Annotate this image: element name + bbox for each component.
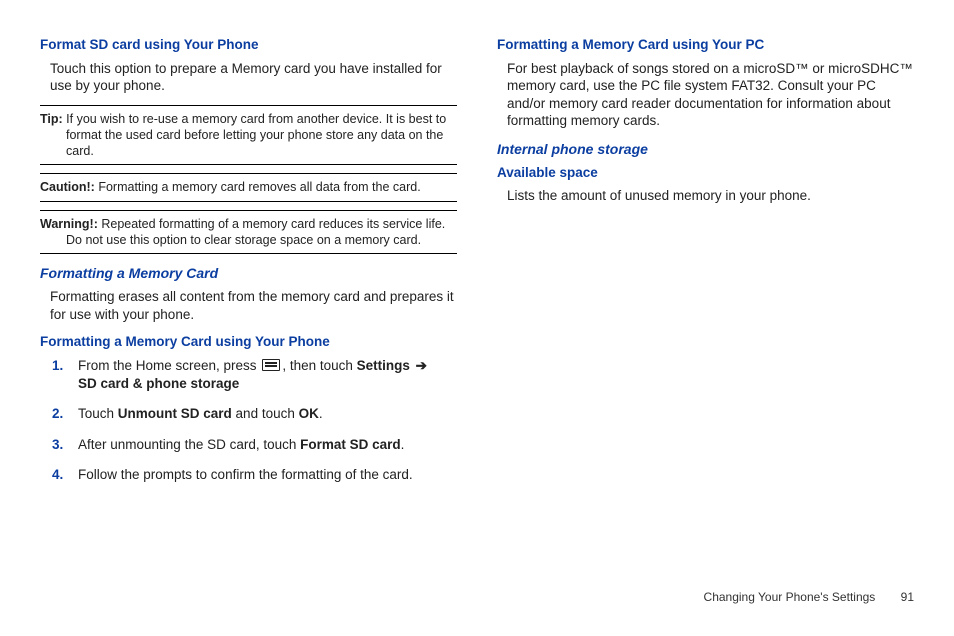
page-footer: Changing Your Phone's Settings 91 bbox=[704, 590, 914, 604]
step-1: From the Home screen, press , then touch… bbox=[78, 357, 457, 393]
heading-format-using-phone: Formatting a Memory Card using Your Phon… bbox=[40, 333, 457, 351]
arrow-icon: ➔ bbox=[416, 358, 427, 373]
step2-d: OK bbox=[299, 406, 319, 421]
step3-b: Format SD card bbox=[300, 437, 401, 452]
paragraph: For best playback of songs stored on a m… bbox=[507, 60, 914, 130]
step2-b: Unmount SD card bbox=[118, 406, 232, 421]
warning-text: Repeated formatting of a memory card red… bbox=[66, 217, 445, 247]
right-column: Formatting a Memory Card using Your PC F… bbox=[497, 30, 914, 540]
heading-format-pc: Formatting a Memory Card using Your PC bbox=[497, 36, 914, 54]
steps-list: From the Home screen, press , then touch… bbox=[50, 357, 457, 484]
step2-c: and touch bbox=[232, 406, 299, 421]
warning-box: Warning!: Repeated formatting of a memor… bbox=[40, 210, 457, 255]
menu-icon bbox=[262, 359, 280, 371]
step3-a: After unmounting the SD card, touch bbox=[78, 437, 300, 452]
heading-formatting-card: Formatting a Memory Card bbox=[40, 264, 457, 282]
step2-a: Touch bbox=[78, 406, 118, 421]
step2-e: . bbox=[319, 406, 323, 421]
step1-text-a: From the Home screen, press bbox=[78, 358, 260, 373]
heading-internal-storage: Internal phone storage bbox=[497, 140, 914, 158]
footer-section: Changing Your Phone's Settings bbox=[704, 590, 876, 604]
heading-available-space: Available space bbox=[497, 164, 914, 182]
caution-text: Formatting a memory card removes all dat… bbox=[98, 180, 420, 194]
warning-label: Warning!: bbox=[40, 217, 98, 231]
step-2: Touch Unmount SD card and touch OK. bbox=[78, 405, 457, 423]
heading-format-sd: Format SD card using Your Phone bbox=[40, 36, 457, 54]
paragraph: Formatting erases all content from the m… bbox=[50, 288, 457, 323]
step1-settings: Settings bbox=[357, 358, 410, 373]
document-page: Format SD card using Your Phone Touch th… bbox=[0, 0, 954, 560]
caution-box: Caution!: Formatting a memory card remov… bbox=[40, 173, 457, 201]
tip-text: If you wish to re-use a memory card from… bbox=[66, 112, 446, 159]
caution-label: Caution!: bbox=[40, 180, 95, 194]
paragraph: Lists the amount of unused memory in you… bbox=[507, 187, 914, 205]
left-column: Format SD card using Your Phone Touch th… bbox=[40, 30, 457, 540]
step3-c: . bbox=[401, 437, 405, 452]
tip-box: Tip: If you wish to re-use a memory card… bbox=[40, 105, 457, 166]
step1-sd: SD card & phone storage bbox=[78, 376, 239, 391]
tip-label: Tip: bbox=[40, 112, 63, 126]
paragraph: Touch this option to prepare a Memory ca… bbox=[50, 60, 457, 95]
page-number: 91 bbox=[901, 590, 914, 604]
step-3: After unmounting the SD card, touch Form… bbox=[78, 436, 457, 454]
step-4: Follow the prompts to confirm the format… bbox=[78, 466, 457, 484]
step1-text-b: , then touch bbox=[282, 358, 356, 373]
